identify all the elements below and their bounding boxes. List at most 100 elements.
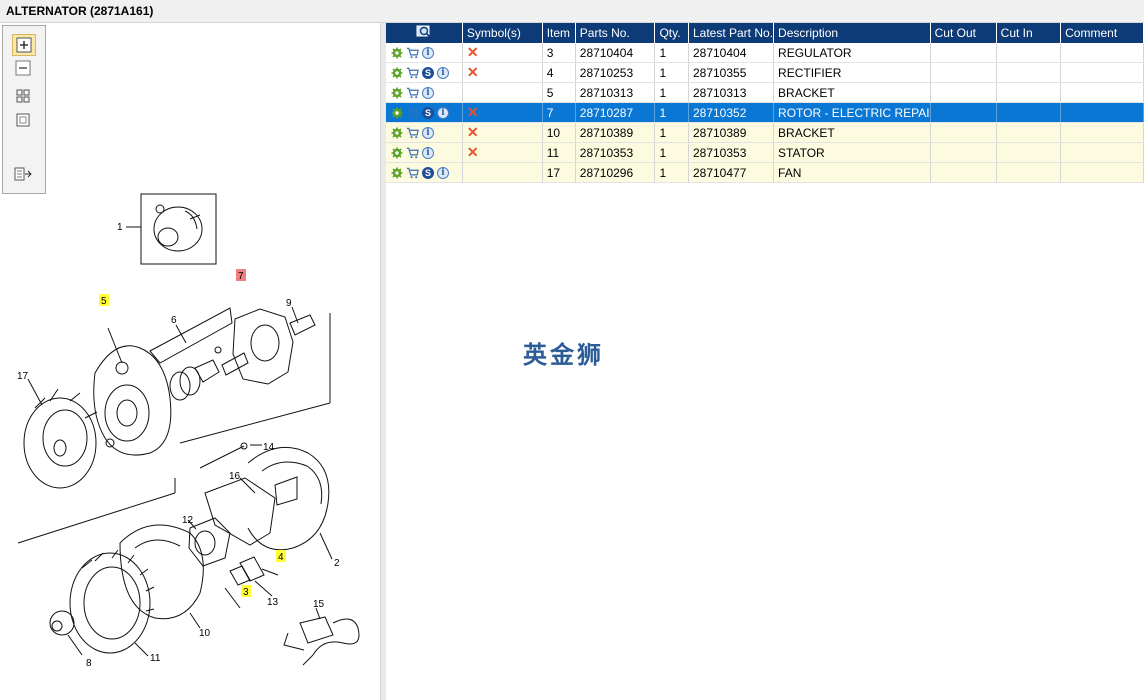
- table-row[interactable]: Si ✕ 4 28710253 1 28710355 RECTIFIER: [386, 62, 1144, 83]
- zoom-in-button[interactable]: [12, 34, 36, 56]
- info-icon[interactable]: i: [422, 86, 434, 99]
- add-to-cart-icon[interactable]: [406, 146, 419, 159]
- latest-part-no-cell: 28710477: [688, 162, 775, 183]
- options-gear-icon[interactable]: [390, 46, 403, 59]
- exploded-parts-diagram[interactable]: 1 6 9 17 14 16 12 2 13 10 15 11 8 5 7 4 …: [0, 23, 380, 700]
- row-action-icons: i: [386, 122, 463, 143]
- table-header-row: Symbol(s) Item Parts No. Qty. Latest Par…: [386, 23, 1144, 43]
- options-gear-icon[interactable]: [390, 146, 403, 159]
- column-header-comment[interactable]: Comment: [1060, 23, 1144, 43]
- info-icon[interactable]: i: [437, 66, 449, 79]
- symbol-cell: ✕: [462, 62, 543, 83]
- svg-text:10: 10: [199, 628, 211, 639]
- column-header-symbols[interactable]: Symbol(s): [462, 23, 543, 43]
- latest-part-no-cell: 28710389: [688, 122, 775, 143]
- window-title-bar: ALTERNATOR (2871A161): [0, 0, 1144, 23]
- column-header-cut-out[interactable]: Cut Out: [930, 23, 997, 43]
- info-icon[interactable]: i: [437, 106, 449, 119]
- svg-text:4: 4: [278, 552, 284, 563]
- column-header-item[interactable]: Item: [542, 23, 576, 43]
- parts-no-cell: 28710313: [575, 82, 656, 103]
- comment-cell: [1060, 102, 1144, 123]
- add-to-cart-icon[interactable]: [406, 126, 419, 139]
- parts-list-pane: Symbol(s) Item Parts No. Qty. Latest Par…: [386, 23, 1144, 700]
- table-row[interactable]: i ✕ 11 28710353 1 28710353 STATOR: [386, 142, 1144, 163]
- svg-text:14: 14: [263, 442, 275, 453]
- export-icon: [14, 167, 32, 181]
- qty-cell: 1: [654, 62, 689, 83]
- export-button[interactable]: [12, 164, 34, 184]
- column-header-cut-in[interactable]: Cut In: [996, 23, 1062, 43]
- latest-part-no-cell: 28710355: [688, 62, 775, 83]
- window-title: ALTERNATOR (2871A161): [6, 4, 154, 18]
- table-row[interactable]: i 5 28710313 1 28710313 BRACKET: [386, 82, 1144, 103]
- actual-size-icon: [16, 113, 30, 127]
- zoom-out-button[interactable]: [12, 58, 34, 78]
- item-cell: 5: [542, 82, 576, 103]
- latest-part-no-cell: 28710353: [688, 142, 775, 163]
- cut-in-cell: [996, 122, 1062, 143]
- svg-text:17: 17: [17, 371, 29, 382]
- parts-table: Symbol(s) Item Parts No. Qty. Latest Par…: [386, 23, 1144, 183]
- latest-part-no-cell: 28710313: [688, 82, 775, 103]
- diagram-pane[interactable]: 1 6 9 17 14 16 12 2 13 10 15 11 8 5 7 4 …: [0, 23, 380, 700]
- info-icon[interactable]: i: [422, 126, 434, 139]
- watermark-text: 英金狮: [523, 341, 604, 369]
- table-row[interactable]: Si ✕ 7 28710287 1 28710352 ROTOR - ELECTRIC RE…: [386, 102, 1144, 123]
- svg-text:11: 11: [150, 653, 161, 664]
- supersession-icon[interactable]: S: [422, 106, 434, 119]
- parts-no-cell: 28710296: [575, 162, 656, 183]
- description-cell: ROTOR - ELECTRIC REPAI: [773, 102, 931, 123]
- table-row[interactable]: i ✕ 10 28710389 1 28710389 BRACKET: [386, 122, 1144, 143]
- description-cell: STATOR: [773, 142, 931, 163]
- symbol-cell: ✕: [462, 122, 543, 143]
- not-available-x-icon: ✕: [466, 143, 479, 160]
- cut-in-cell: [996, 82, 1062, 103]
- options-gear-icon[interactable]: [390, 126, 403, 139]
- add-to-cart-icon[interactable]: [406, 46, 419, 59]
- item-cell: 3: [542, 43, 576, 63]
- description-cell: RECTIFIER: [773, 62, 931, 83]
- svg-text:1: 1: [117, 222, 123, 233]
- comment-cell: [1060, 142, 1144, 163]
- add-to-cart-icon[interactable]: [406, 166, 419, 179]
- cut-out-cell: [930, 82, 997, 103]
- svg-text:15: 15: [313, 599, 325, 610]
- info-icon[interactable]: i: [437, 166, 449, 179]
- column-header-qty[interactable]: Qty.: [654, 23, 689, 43]
- row-action-icons: i: [386, 82, 463, 103]
- fit-page-button[interactable]: [12, 86, 34, 106]
- symbol-cell: ✕: [462, 43, 543, 63]
- not-available-x-icon: ✕: [466, 103, 479, 120]
- cut-out-cell: [930, 162, 997, 183]
- part-1-inset-box: [140, 193, 217, 265]
- supersession-icon[interactable]: S: [422, 166, 434, 179]
- svg-text:2: 2: [334, 558, 340, 569]
- add-to-cart-icon[interactable]: [406, 66, 419, 79]
- latest-part-no-cell: 28710404: [688, 43, 775, 63]
- parts-no-cell: 28710253: [575, 62, 656, 83]
- options-gear-icon[interactable]: [390, 166, 403, 179]
- options-gear-icon[interactable]: [390, 86, 403, 99]
- svg-text:6: 6: [171, 315, 177, 326]
- item-cell: 17: [542, 162, 576, 183]
- column-header-latest-part-no[interactable]: Latest Part No.: [688, 23, 775, 43]
- item-cell: 7: [542, 102, 576, 123]
- fit-page-icon: [16, 89, 30, 103]
- row-action-icons: i: [386, 142, 463, 163]
- options-gear-icon[interactable]: [390, 66, 403, 79]
- svg-text:13: 13: [267, 597, 279, 608]
- supersession-icon[interactable]: S: [422, 66, 434, 79]
- actual-size-button[interactable]: [12, 110, 34, 130]
- item-cell: 10: [542, 122, 576, 143]
- table-row[interactable]: Si 17 28710296 1 28710477 FAN: [386, 162, 1144, 183]
- table-row[interactable]: i ✕ 3 28710404 1 28710404 REGULATOR: [386, 43, 1144, 63]
- info-icon[interactable]: i: [422, 46, 434, 59]
- options-gear-icon[interactable]: [390, 106, 403, 119]
- add-to-cart-icon[interactable]: [406, 106, 419, 119]
- add-to-cart-icon[interactable]: [406, 86, 419, 99]
- column-header-parts-no[interactable]: Parts No.: [575, 23, 656, 43]
- info-icon[interactable]: i: [422, 146, 434, 159]
- column-header-tools[interactable]: [386, 23, 463, 43]
- column-header-description[interactable]: Description: [773, 23, 931, 43]
